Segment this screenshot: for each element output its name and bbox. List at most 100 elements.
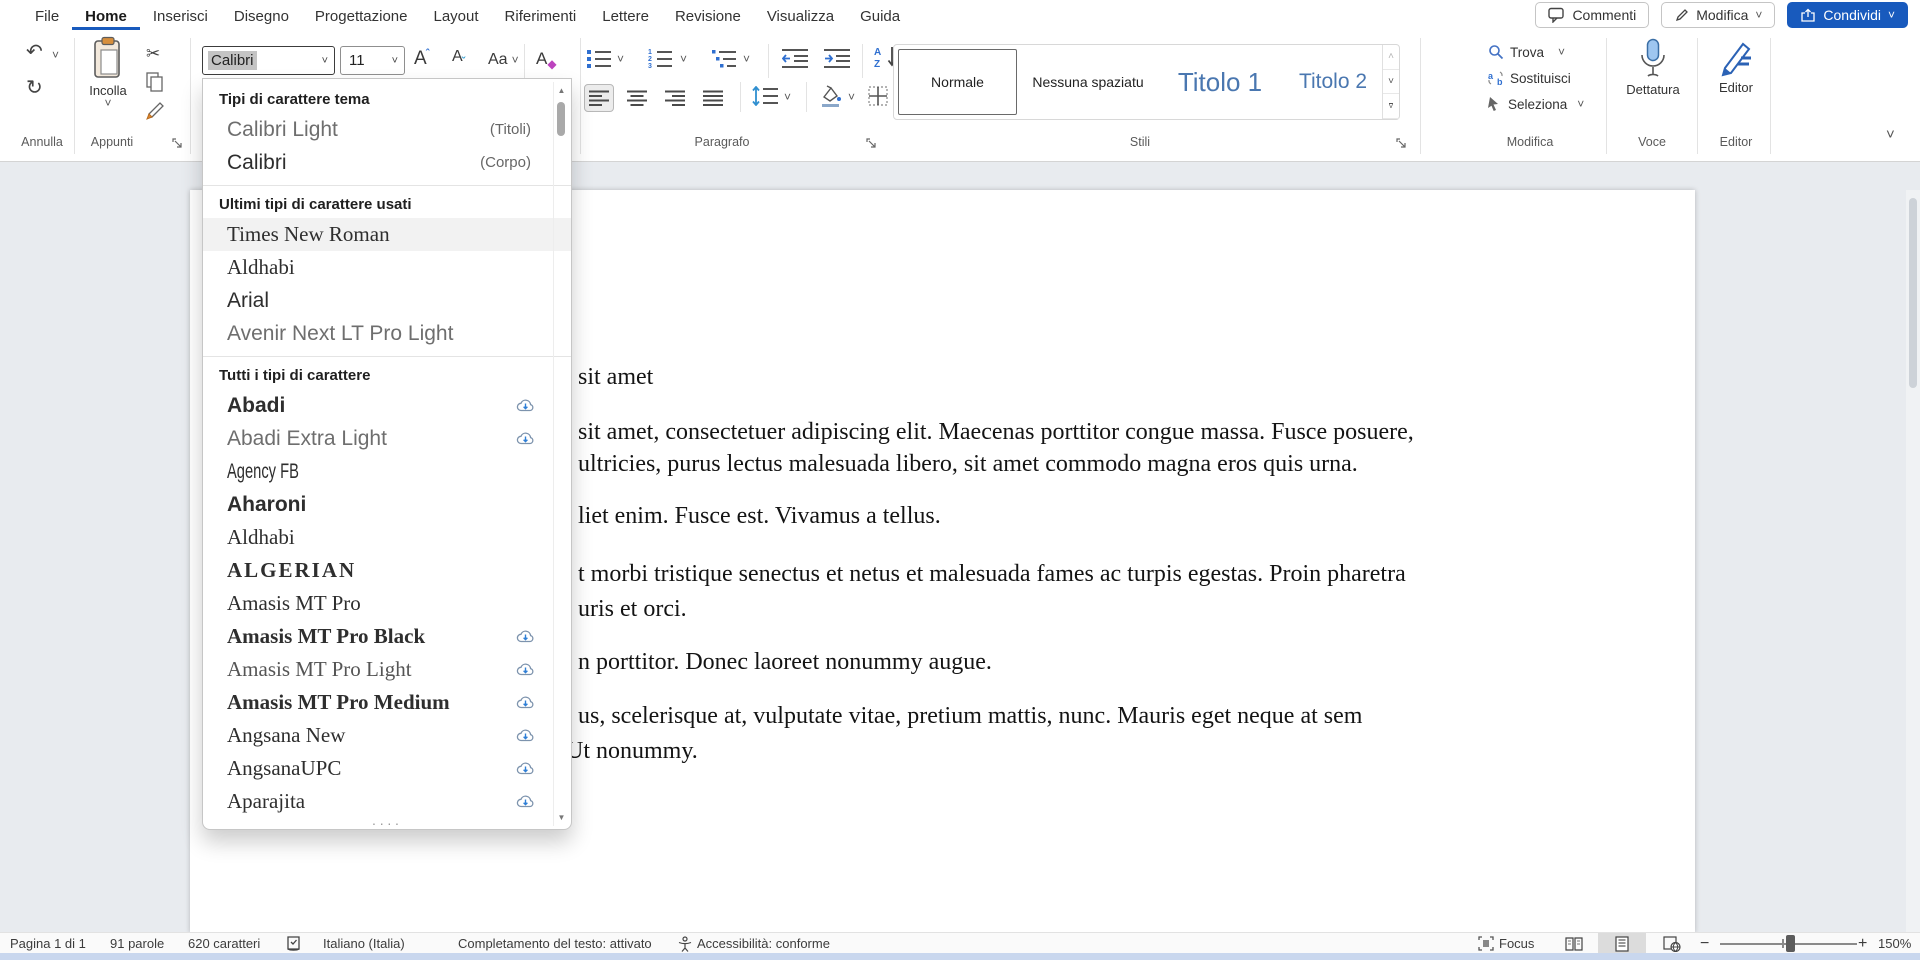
font-item-abadi-extra-light[interactable]: Abadi Extra Light — [203, 422, 571, 455]
clear-formatting-button[interactable]: A◆ — [536, 49, 557, 69]
web-layout-view-button[interactable] — [1648, 933, 1696, 954]
font-item-agency-fb[interactable]: Agency FB — [203, 455, 571, 488]
scroll-down-arrow[interactable]: ▼ — [554, 813, 569, 822]
font-item-aharoni[interactable]: Aharoni — [203, 488, 571, 521]
scroll-up-arrow[interactable]: ▲ — [554, 86, 569, 95]
font-item-calibri[interactable]: Calibri(Corpo) — [203, 146, 571, 179]
chevron-down-icon[interactable]: ˅ — [848, 92, 855, 102]
proofing-book-icon[interactable] — [286, 936, 301, 952]
menu-tab-visualizza[interactable]: Visualizza — [754, 3, 847, 30]
zoom-slider-thumb[interactable] — [1786, 935, 1795, 952]
editor-button[interactable]: Editor — [1708, 38, 1764, 95]
chevron-down-icon[interactable]: ˅ — [392, 55, 404, 67]
menu-tab-revisione[interactable]: Revisione — [662, 3, 754, 30]
zoom-out-button[interactable]: − — [1700, 935, 1709, 953]
font-item-calibri-light[interactable]: Calibri Light(Titoli) — [203, 113, 571, 146]
select-button[interactable]: Seleziona ˅ — [1486, 96, 1584, 112]
font-item-abadi[interactable]: Abadi — [203, 389, 571, 422]
menu-tab-home[interactable]: Home — [72, 3, 140, 30]
chevron-down-icon[interactable]: ˅ — [322, 55, 334, 67]
find-button[interactable]: Trova ˅ — [1488, 44, 1565, 60]
style-titolo-2[interactable]: Titolo 2 — [1285, 49, 1381, 115]
focus-mode-button[interactable]: Focus — [1478, 936, 1534, 951]
undo-button[interactable]: ↶ — [26, 42, 43, 62]
editing-mode-button[interactable]: Modifica ˅ — [1661, 2, 1775, 28]
chevron-down-icon[interactable]: ˅ — [617, 54, 624, 64]
cloud-download-icon[interactable] — [516, 661, 535, 677]
change-case-button[interactable]: Aa˅ — [488, 51, 519, 69]
decrease-indent-button[interactable] — [782, 48, 808, 68]
accessibility-status[interactable]: Accessibilità: conforme — [678, 936, 830, 952]
font-item-aldhabi[interactable]: Aldhabi — [203, 521, 571, 554]
increase-indent-button[interactable] — [824, 48, 850, 68]
chevron-down-icon[interactable]: ˅ — [784, 92, 791, 102]
redo-button[interactable]: ↻ — [26, 78, 43, 98]
line-spacing-button[interactable] — [752, 86, 778, 106]
justify-button[interactable] — [698, 84, 728, 112]
copy-button[interactable] — [146, 72, 164, 92]
cloud-download-icon[interactable] — [516, 430, 535, 446]
shrink-font-button[interactable]: Aˇ — [452, 48, 466, 66]
align-center-button[interactable] — [622, 84, 652, 112]
font-item-arial[interactable]: Arial — [203, 284, 571, 317]
cloud-download-icon[interactable] — [516, 793, 535, 809]
grow-font-button[interactable]: Aˆ — [414, 48, 430, 70]
styles-scroll-up[interactable]: ˄ — [1383, 45, 1399, 70]
menu-tab-guida[interactable]: Guida — [847, 3, 913, 30]
shading-button[interactable] — [818, 85, 842, 107]
bullets-button[interactable] — [587, 48, 611, 68]
format-painter-button[interactable] — [146, 100, 166, 122]
font-size-combobox[interactable]: 11 ˅ — [340, 46, 405, 75]
word-count-status[interactable]: 91 parole — [110, 936, 164, 951]
page-number-status[interactable]: Pagina 1 di 1 — [10, 936, 86, 951]
dropdown-scrollbar-thumb[interactable] — [557, 102, 565, 136]
zoom-in-button[interactable]: + — [1858, 935, 1867, 953]
font-family-combobox[interactable]: Calibri ˅ — [202, 46, 335, 75]
paste-button[interactable]: Incolla ˅ — [80, 36, 136, 108]
language-status[interactable]: Italiano (Italia) — [323, 936, 405, 951]
font-item-algerian[interactable]: ALGERIAN — [203, 554, 571, 587]
menu-tab-file[interactable]: File — [22, 3, 72, 30]
cloud-download-icon[interactable] — [516, 727, 535, 743]
print-layout-view-button[interactable] — [1598, 933, 1646, 954]
font-item-angsana-new[interactable]: Angsana New — [203, 719, 571, 752]
align-right-button[interactable] — [660, 84, 690, 112]
replace-button[interactable]: ab Sostituisci — [1488, 70, 1571, 86]
comments-button[interactable]: Commenti — [1535, 2, 1649, 28]
share-button[interactable]: Condividi ˅ — [1787, 2, 1908, 28]
font-item-amasis-mt-pro[interactable]: Amasis MT Pro — [203, 587, 571, 620]
style-nessuna-spaziatura[interactable]: Nessuna spaziatu — [1023, 49, 1153, 115]
clipboard-dialog-launcher[interactable] — [172, 138, 183, 149]
style-titolo-1[interactable]: Titolo 1 — [1159, 49, 1281, 115]
borders-button[interactable] — [868, 86, 888, 106]
font-item-angsanaupc[interactable]: AngsanaUPC — [203, 752, 571, 785]
cloud-download-icon[interactable] — [516, 694, 535, 710]
styles-dialog-launcher[interactable] — [1396, 138, 1407, 149]
zoom-level[interactable]: 150% — [1878, 936, 1911, 951]
cut-button[interactable]: ✂ — [146, 44, 160, 64]
document-scrollbar-thumb[interactable] — [1909, 198, 1917, 388]
read-mode-view-button[interactable] — [1550, 933, 1598, 954]
menu-tab-inserisci[interactable]: Inserisci — [140, 3, 221, 30]
multilevel-list-button[interactable] — [712, 48, 736, 68]
cloud-download-icon[interactable] — [516, 760, 535, 776]
chevron-down-icon[interactable]: ˅ — [743, 54, 750, 64]
paragraph-dialog-launcher[interactable] — [866, 138, 877, 149]
chevron-down-icon[interactable]: ˅ — [680, 54, 687, 64]
style-normale[interactable]: Normale — [898, 49, 1017, 115]
dictate-button[interactable]: Dettatura — [1618, 38, 1688, 97]
document-scrollbar[interactable] — [1906, 190, 1920, 933]
numbering-button[interactable]: 123 — [648, 47, 672, 69]
font-item-avenir-next-lt-pro-light[interactable]: Avenir Next LT Pro Light — [203, 317, 571, 350]
menu-tab-disegno[interactable]: Disegno — [221, 3, 302, 30]
text-completion-status[interactable]: Completamento del testo: attivato — [458, 936, 652, 951]
font-item-aparajita[interactable]: Aparajita — [203, 785, 571, 818]
font-item-times-new-roman[interactable]: Times New Roman — [203, 218, 571, 251]
dropdown-resize-handle[interactable]: ···· — [203, 817, 571, 829]
char-count-status[interactable]: 620 caratteri — [188, 936, 260, 951]
styles-expand-gallery[interactable]: ˅ — [1383, 94, 1399, 119]
styles-scroll-down[interactable]: ˅ — [1383, 70, 1399, 95]
font-item-amasis-mt-pro-black[interactable]: Amasis MT Pro Black — [203, 620, 571, 653]
font-item-amasis-mt-pro-medium[interactable]: Amasis MT Pro Medium — [203, 686, 571, 719]
menu-tab-layout[interactable]: Layout — [421, 3, 492, 30]
